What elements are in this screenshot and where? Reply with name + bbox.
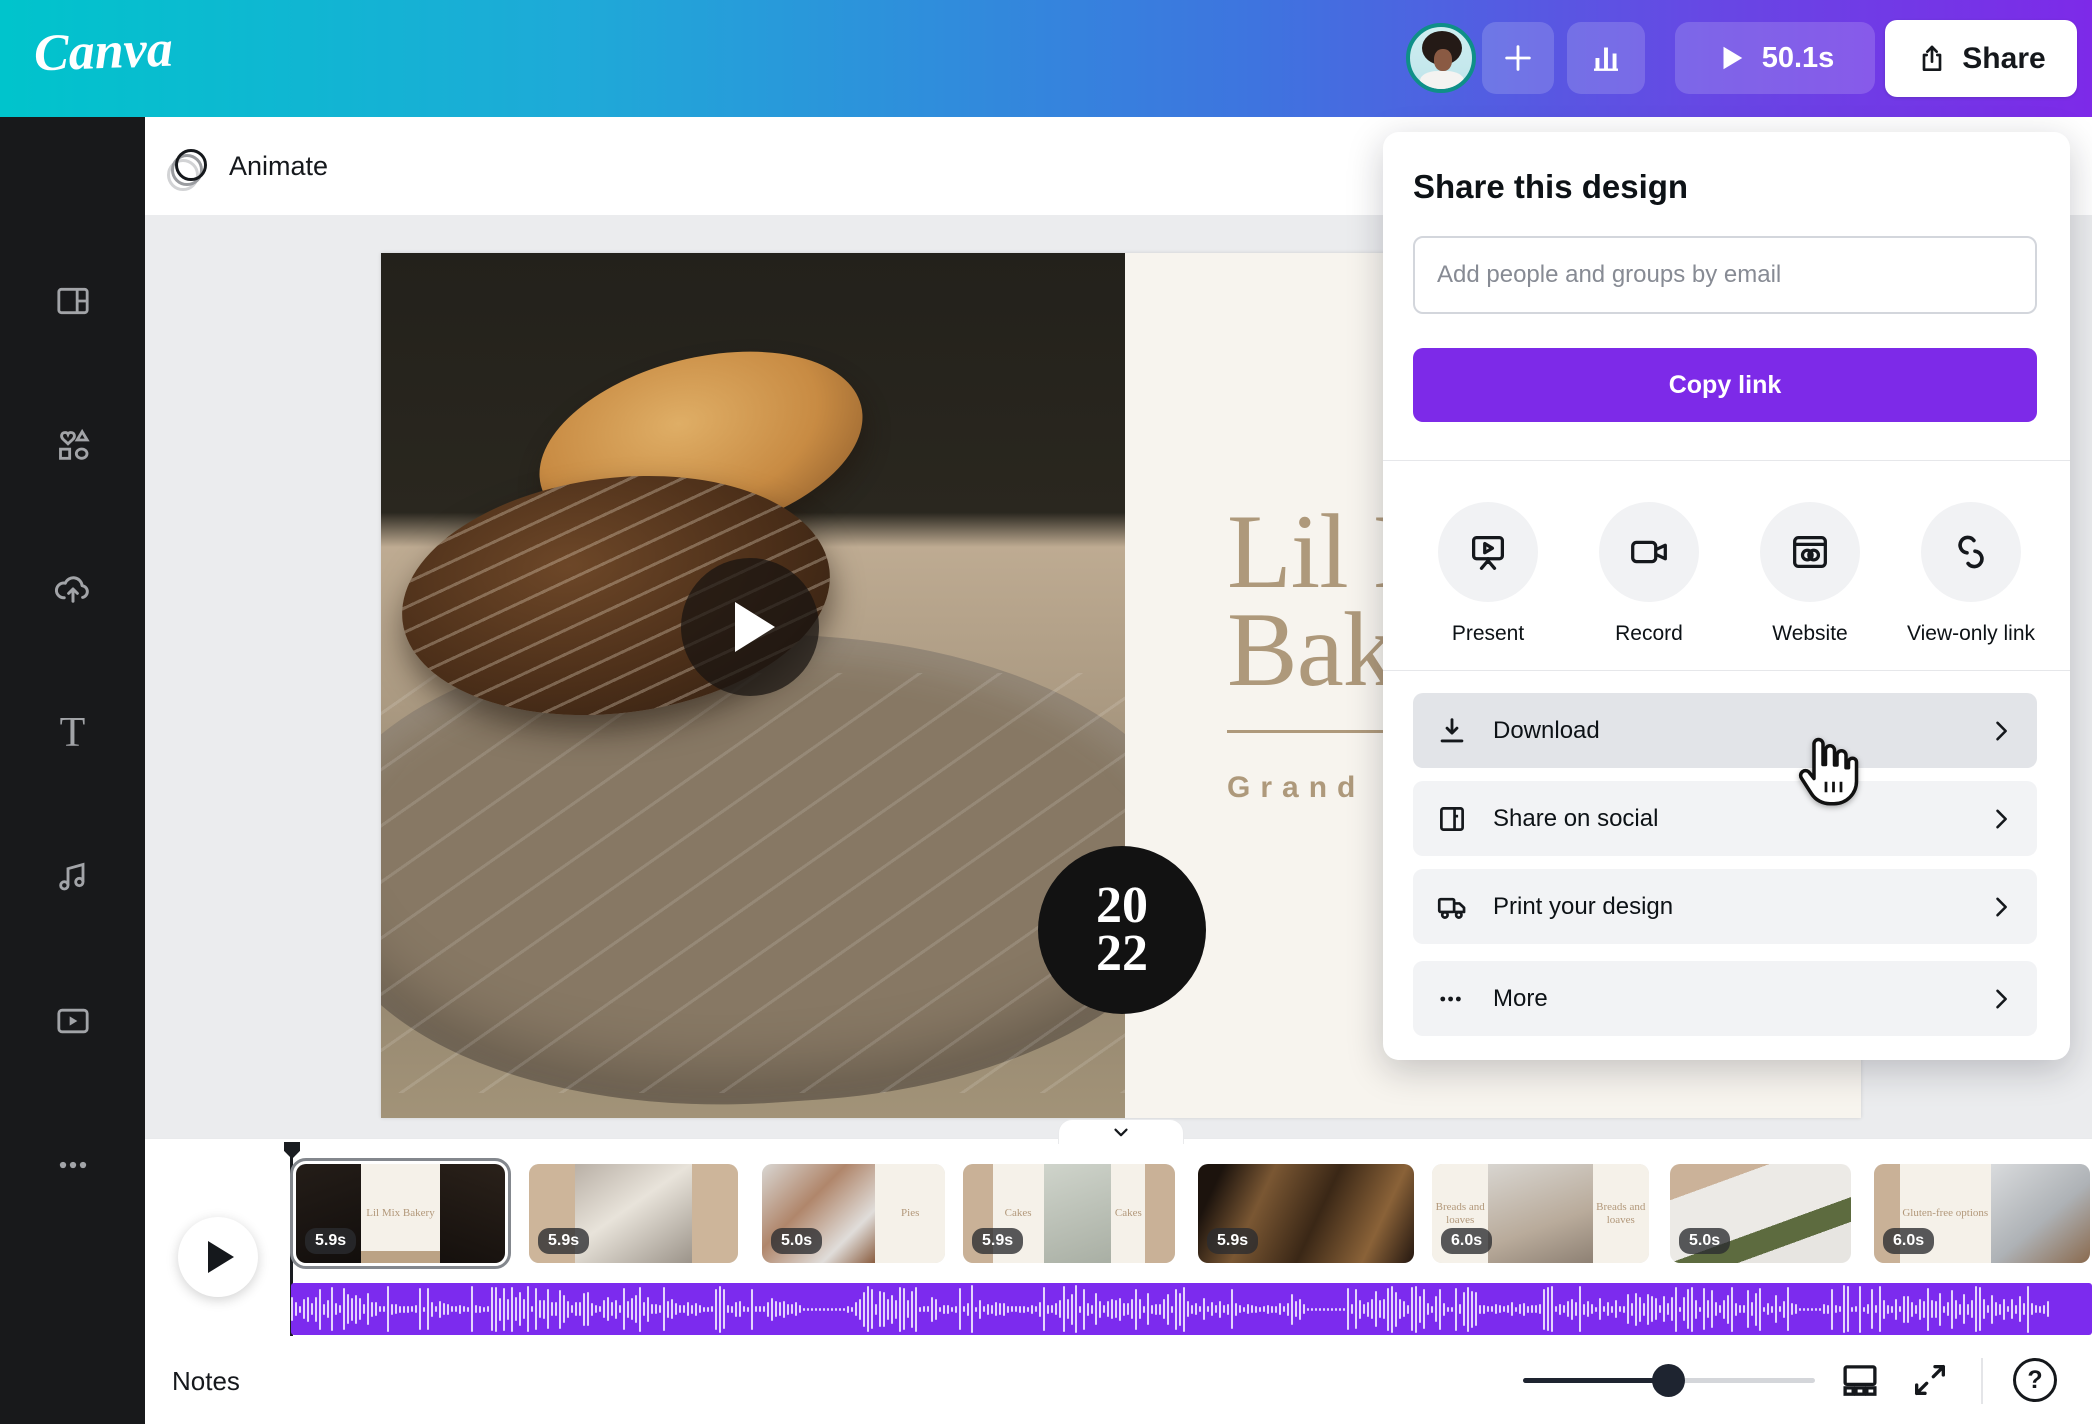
share-on-social-icon — [1435, 802, 1469, 836]
canva-logo[interactable]: Canva — [33, 20, 174, 84]
avatar[interactable] — [1406, 23, 1476, 93]
timeline-clip[interactable]: Pies 5.0s — [762, 1164, 945, 1263]
panel-divider — [1383, 460, 2070, 461]
header-bar: Canva 50.1s — [0, 0, 2092, 117]
share-panel-title: Share this design — [1413, 168, 1688, 206]
print-your-design-row[interactable]: Print your design — [1413, 869, 2037, 944]
sidebar-item-uploads[interactable] — [0, 539, 145, 639]
download-icon — [1435, 714, 1469, 748]
timeline-clip[interactable]: 5.9s — [1198, 1164, 1414, 1263]
play-icon — [1716, 43, 1746, 73]
share-panel: Share this design Copy link Present Reco… — [1383, 132, 2070, 1060]
timeline-clip[interactable]: Cakes Cakes 5.9s — [963, 1164, 1175, 1263]
sidebar-item-text[interactable]: T — [0, 683, 145, 783]
clip-page-label: Cakes — [1115, 1207, 1142, 1219]
website-button[interactable]: Website — [1730, 502, 1890, 646]
clip-page-label: Breads and loaves — [1593, 1201, 1649, 1225]
notes-button[interactable]: Notes — [172, 1366, 240, 1397]
help-button[interactable]: ? — [2013, 1358, 2057, 1402]
footer-divider — [1981, 1358, 1983, 1404]
canva-editor: Canva 50.1s — [0, 0, 2092, 1424]
share-on-social-row[interactable]: Share on social — [1413, 781, 2037, 856]
more-dots-icon — [1435, 982, 1469, 1016]
clip-page-label: Lil Mix Bakery — [366, 1207, 434, 1219]
timeline-clip[interactable]: Breads and loaves Breads and loaves 6.0s — [1432, 1164, 1649, 1263]
clip-duration-badge: 6.0s — [1883, 1228, 1934, 1254]
fullscreen-button[interactable] — [1908, 1358, 1952, 1402]
clip-page-label: Pies — [901, 1207, 919, 1219]
record-icon — [1626, 529, 1672, 575]
year-badge: 20 22 — [1038, 846, 1206, 1014]
print-truck-icon — [1435, 890, 1469, 924]
timeline-clip[interactable]: Lil Mix Bakery 5.9s — [296, 1164, 505, 1263]
add-member-button[interactable] — [1482, 22, 1554, 94]
play-icon — [735, 602, 775, 652]
website-icon — [1787, 529, 1833, 575]
text-icon: T — [60, 709, 86, 757]
sidebar-item-audio[interactable] — [0, 827, 145, 927]
grid-view-icon — [1839, 1359, 1881, 1401]
timeline-clip[interactable]: 5.9s — [529, 1164, 738, 1263]
elements-icon — [53, 425, 93, 465]
sidebar-item-templates[interactable] — [0, 251, 145, 351]
chevron-right-icon — [1987, 893, 2015, 921]
bar-chart-icon — [1588, 40, 1624, 76]
timeline-collapse-tab[interactable] — [1058, 1119, 1184, 1144]
play-preview-button[interactable]: 50.1s — [1675, 22, 1875, 94]
share-button[interactable]: Share — [1885, 20, 2077, 97]
clip-duration-badge: 5.9s — [538, 1228, 589, 1254]
chevron-down-icon — [1110, 1121, 1132, 1143]
present-icon — [1465, 529, 1511, 575]
uploads-icon — [52, 568, 94, 610]
clip-duration-badge: 5.9s — [972, 1228, 1023, 1254]
insights-button[interactable] — [1567, 22, 1645, 94]
clip-duration-badge: 5.9s — [1207, 1228, 1258, 1254]
videos-icon — [53, 1001, 93, 1041]
clip-page-label: Gluten-free options — [1902, 1207, 1988, 1219]
sidebar-item-more[interactable] — [0, 1115, 145, 1215]
plus-icon — [1501, 41, 1535, 75]
zoom-slider-fill — [1523, 1378, 1669, 1383]
duration-label: 50.1s — [1762, 42, 1835, 75]
chevron-right-icon — [1987, 717, 2015, 745]
clip-page-label: Cakes — [1005, 1207, 1032, 1219]
animate-icon — [173, 149, 207, 183]
copy-link-button[interactable]: Copy link — [1413, 348, 2037, 422]
share-email-input[interactable] — [1413, 236, 2037, 314]
clip-strip: Lil Mix Bakery 5.9s 5.9s Pies 5.0s Cakes Ca… — [145, 1164, 2092, 1264]
chevron-right-icon — [1987, 985, 2015, 1013]
clip-duration-badge: 5.0s — [771, 1228, 822, 1254]
share-upload-icon — [1916, 43, 1948, 75]
view-only-link-icon — [1948, 529, 1994, 575]
timeline-clip[interactable]: Gluten-free options 6.0s — [1874, 1164, 2090, 1263]
panel-divider — [1383, 670, 2070, 671]
download-row[interactable]: Download — [1413, 693, 2037, 768]
design-templates-icon — [53, 281, 93, 321]
video-play-overlay[interactable] — [681, 558, 819, 696]
chevron-right-icon — [1987, 805, 2015, 833]
clip-duration-badge: 6.0s — [1441, 1228, 1492, 1254]
sidebar-item-videos[interactable] — [0, 971, 145, 1071]
zoom-slider-knob[interactable] — [1652, 1364, 1685, 1397]
audio-track-waveform[interactable] — [291, 1283, 2092, 1335]
more-row[interactable]: More — [1413, 961, 2037, 1036]
expand-arrows-icon — [1910, 1360, 1950, 1400]
grid-view-button[interactable] — [1838, 1358, 1882, 1402]
record-button[interactable]: Record — [1569, 502, 1729, 646]
clip-page-label: Breads and loaves — [1432, 1201, 1488, 1225]
sidebar: T — [0, 117, 145, 1424]
clip-duration-badge: 5.0s — [1679, 1228, 1730, 1254]
present-button[interactable]: Present — [1408, 502, 1568, 646]
more-icon — [53, 1145, 93, 1185]
clip-duration-badge: 5.9s — [305, 1228, 356, 1254]
animate-button[interactable]: Animate — [173, 141, 328, 191]
view-only-link-button[interactable]: View-only link — [1891, 502, 2051, 646]
sidebar-item-elements[interactable] — [0, 395, 145, 495]
timeline-clip[interactable]: 5.0s — [1670, 1164, 1851, 1263]
audio-icon — [53, 857, 93, 897]
question-mark-icon: ? — [2027, 1366, 2042, 1395]
